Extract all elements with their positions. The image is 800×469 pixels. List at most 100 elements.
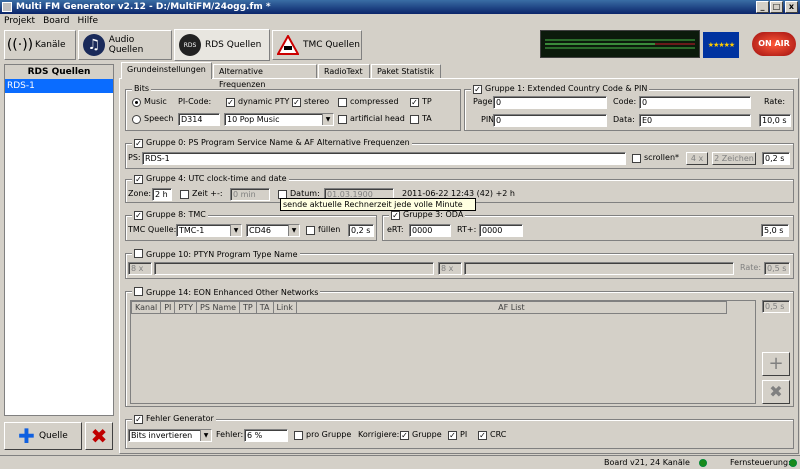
fuellen-checkbox[interactable]: [306, 226, 315, 235]
gruppe10-checkbox[interactable]: [134, 249, 143, 258]
fehler-mode-select[interactable]: Bits invertieren: [128, 429, 212, 442]
pi-code-input[interactable]: D314: [178, 113, 220, 126]
artificial-head-checkbox[interactable]: [338, 115, 347, 124]
close-button[interactable]: x: [785, 1, 798, 13]
scroll-checkbox[interactable]: [632, 154, 641, 163]
board-status-led-icon: [699, 459, 707, 467]
pin-input[interactable]: 0: [493, 114, 607, 127]
tp-checkbox[interactable]: ✓: [410, 98, 419, 107]
g10-rate-input: 0,5 s: [764, 262, 790, 275]
code-input[interactable]: 0: [639, 96, 751, 109]
pro-gruppe-checkbox[interactable]: [294, 431, 303, 440]
bits-title: Bits: [132, 84, 152, 93]
g1-rate-input[interactable]: 10,0 s: [759, 114, 791, 127]
minimize-button[interactable]: _: [756, 1, 769, 13]
settings-panel: Bits Music PI-Code: ✓ dynamic PTY ✓ ster…: [119, 78, 799, 454]
menu-hilfe[interactable]: Hilfe: [74, 16, 102, 26]
gruppe3-checkbox[interactable]: ✓: [391, 211, 400, 220]
music-radio[interactable]: [132, 98, 141, 107]
g8-rate-input[interactable]: 0,2 s: [348, 224, 374, 237]
on-air-indicator[interactable]: ON AIR: [752, 32, 796, 56]
code-label: Code:: [613, 97, 637, 106]
add-source-label: Quelle: [38, 431, 68, 441]
gruppe3-title-text: Gruppe 3: ODA: [403, 210, 464, 219]
stereo-checkbox[interactable]: ✓: [292, 98, 301, 107]
ptyn-name-2: [464, 262, 734, 275]
gruppe0-group: ✓ Gruppe 0: PS Program Service Name & AF …: [125, 138, 794, 169]
col-ta[interactable]: TA: [255, 301, 274, 314]
col-tp[interactable]: TP: [239, 301, 257, 314]
tmc-quelle-label: TMC Quelle:: [128, 225, 177, 234]
tab-kanaele[interactable]: ((·)) Kanäle: [4, 30, 76, 60]
gruppe1-title-text: Gruppe 1: Extended Country Code & PIN: [485, 84, 648, 93]
antenna-icon: ((·)): [6, 37, 34, 53]
delete-source-button[interactable]: ✖: [85, 422, 113, 450]
tab-tmc-quellen-label: TMC Quellen: [303, 40, 360, 50]
tmc-quelle-select[interactable]: TMC-1: [176, 224, 242, 237]
zone-input[interactable]: 2 h: [152, 188, 172, 201]
fehler-checkbox[interactable]: ✓: [134, 415, 143, 424]
gruppe14-checkbox[interactable]: [134, 287, 143, 296]
data-input[interactable]: E0: [639, 114, 751, 127]
pro-gruppe-label: pro Gruppe: [306, 430, 352, 439]
korrigiere-crc-checkbox[interactable]: ✓: [478, 431, 487, 440]
tab-alternative-frequenzen[interactable]: Alternative Frequenzen: [213, 64, 317, 89]
menu-board[interactable]: Board: [39, 16, 73, 26]
col-link[interactable]: Link: [272, 301, 297, 314]
col-ps-name[interactable]: PS Name: [195, 301, 241, 314]
gruppe3-group: ✓ Gruppe 3: ODA eRT: 0000 RT+: 0000 5,0 s: [382, 210, 794, 241]
add-source-button[interactable]: ✚ Quelle: [4, 422, 82, 450]
fehler-label: Fehler:: [216, 430, 244, 439]
compressed-checkbox[interactable]: [338, 98, 347, 107]
korrigiere-gruppe-checkbox[interactable]: ✓: [400, 431, 409, 440]
tab-audio-quellen[interactable]: ♫ Audio Quellen: [78, 30, 172, 60]
tab-paket-statistik[interactable]: Paket Statistik: [371, 64, 441, 78]
ta-checkbox[interactable]: [410, 115, 419, 124]
pty-select[interactable]: 10 Pop Music: [224, 113, 334, 126]
col-pty[interactable]: PTY: [174, 301, 197, 314]
tab-rds-quellen[interactable]: RDS RDS Quellen: [174, 29, 270, 61]
remote-control-label: Fernsteuerung:: [730, 458, 791, 467]
tab-tmc-quellen[interactable]: TMC Quellen: [272, 30, 362, 60]
maximize-button[interactable]: □: [770, 1, 783, 13]
tab-radiotext[interactable]: RadioText: [318, 64, 370, 78]
col-kanal[interactable]: Kanal: [130, 301, 162, 314]
g1-rate-label: Rate:: [764, 97, 786, 106]
fehler-spinbox[interactable]: 6 %: [244, 429, 288, 442]
gruppe0-checkbox[interactable]: ✓: [134, 139, 143, 148]
traffic-warning-icon: [277, 34, 299, 56]
col-pi[interactable]: PI: [160, 301, 176, 314]
remote-control-led-icon: [789, 459, 797, 467]
col-af-list[interactable]: AF List: [295, 301, 727, 314]
gruppe8-checkbox[interactable]: ✓: [134, 211, 143, 220]
speech-radio[interactable]: [132, 115, 141, 124]
gruppe4-checkbox[interactable]: ✓: [134, 175, 143, 184]
dynamic-pty-checkbox[interactable]: ✓: [226, 98, 235, 107]
eon-add-button[interactable]: +: [762, 352, 790, 376]
tab-grundeinstellungen[interactable]: Grundeinstellungen: [121, 62, 212, 79]
artificial-head-label: artificial head: [350, 114, 405, 123]
zeit-label: Zeit +-:: [192, 189, 223, 198]
rtplus-input[interactable]: 0000: [479, 224, 523, 237]
eon-delete-button[interactable]: ✖: [762, 380, 790, 404]
pager-input[interactable]: 0: [493, 96, 607, 109]
eu-flag-icon: ★★★★★: [703, 32, 739, 58]
gruppe14-group: Gruppe 14: EON Enhanced Other Networks K…: [125, 286, 794, 407]
ps-input[interactable]: RDS-1: [142, 152, 626, 165]
speech-label: Speech: [144, 114, 174, 123]
list-item[interactable]: RDS-1: [5, 79, 113, 93]
menu-projekt[interactable]: Projekt: [0, 16, 39, 26]
cd-select[interactable]: CD46: [246, 224, 300, 237]
level-meter: [540, 30, 700, 58]
dynamic-pty-label: dynamic PTY: [238, 97, 290, 106]
gruppe0-title-text: Gruppe 0: PS Program Service Name & AF A…: [146, 138, 410, 147]
korrigiere-pi-checkbox[interactable]: ✓: [448, 431, 457, 440]
g3-rate-input[interactable]: 5,0 s: [761, 224, 789, 237]
ert-input[interactable]: 0000: [409, 224, 451, 237]
zeit-checkbox[interactable]: [180, 190, 189, 199]
gruppe0-title: ✓ Gruppe 0: PS Program Service Name & AF …: [132, 138, 412, 148]
datum-tooltip: sende aktuelle Rechnerzeit jede volle Mi…: [280, 198, 476, 211]
g0-rate-input[interactable]: 0,2 s: [762, 152, 790, 165]
gruppe1-checkbox[interactable]: ✓: [473, 85, 482, 94]
status-bar: Board v21, 24 Kanäle Fernsteuerung:: [0, 455, 800, 469]
